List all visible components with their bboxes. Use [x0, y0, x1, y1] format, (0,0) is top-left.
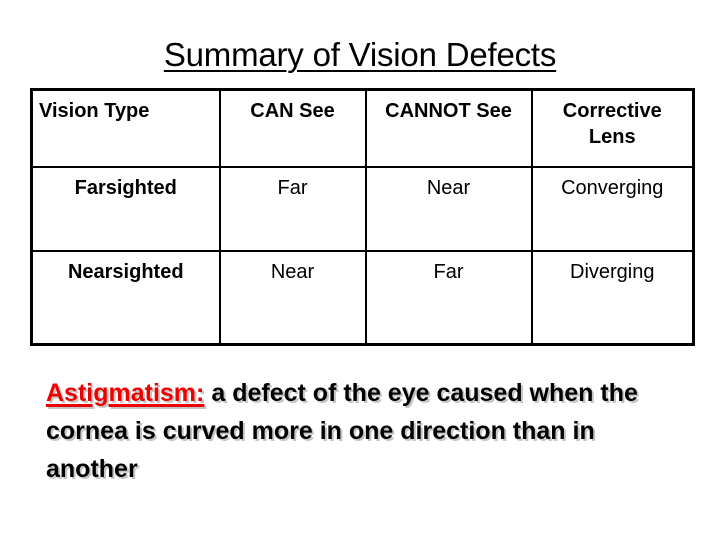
cell-cannot-see: Far: [364, 250, 533, 346]
cell-corrective-lens: Converging: [530, 166, 695, 252]
column-header-cannot-see: CANNOT See: [364, 88, 533, 168]
vision-defects-table: Vision Type CAN See CANNOT See Correctiv…: [30, 88, 695, 346]
cell-corrective-lens: Diverging: [530, 250, 695, 346]
column-header-vision-type: Vision Type: [30, 88, 221, 168]
cell-cannot-see: Near: [364, 166, 533, 252]
column-header-corrective-lens: Corrective Lens: [530, 88, 695, 168]
page-title-text: Summary of Vision Defects: [163, 36, 557, 73]
table-row: Farsighted Far Near Converging: [30, 166, 695, 252]
column-header-can-see: CAN See: [218, 88, 367, 168]
table-header-row: Vision Type CAN See CANNOT See Correctiv…: [30, 88, 695, 168]
astigmatism-definition: Astigmatism: a defect of the eye caused w…: [46, 374, 686, 488]
cell-vision-type: Farsighted: [30, 166, 221, 252]
cell-vision-type: Nearsighted: [30, 250, 221, 346]
page-title: Summary of Vision Defects: [0, 36, 720, 74]
astigmatism-term: Astigmatism:: [46, 379, 205, 407]
cell-can-see: Near: [218, 250, 367, 346]
table-row: Nearsighted Near Far Diverging: [30, 250, 695, 346]
cell-can-see: Far: [218, 166, 367, 252]
